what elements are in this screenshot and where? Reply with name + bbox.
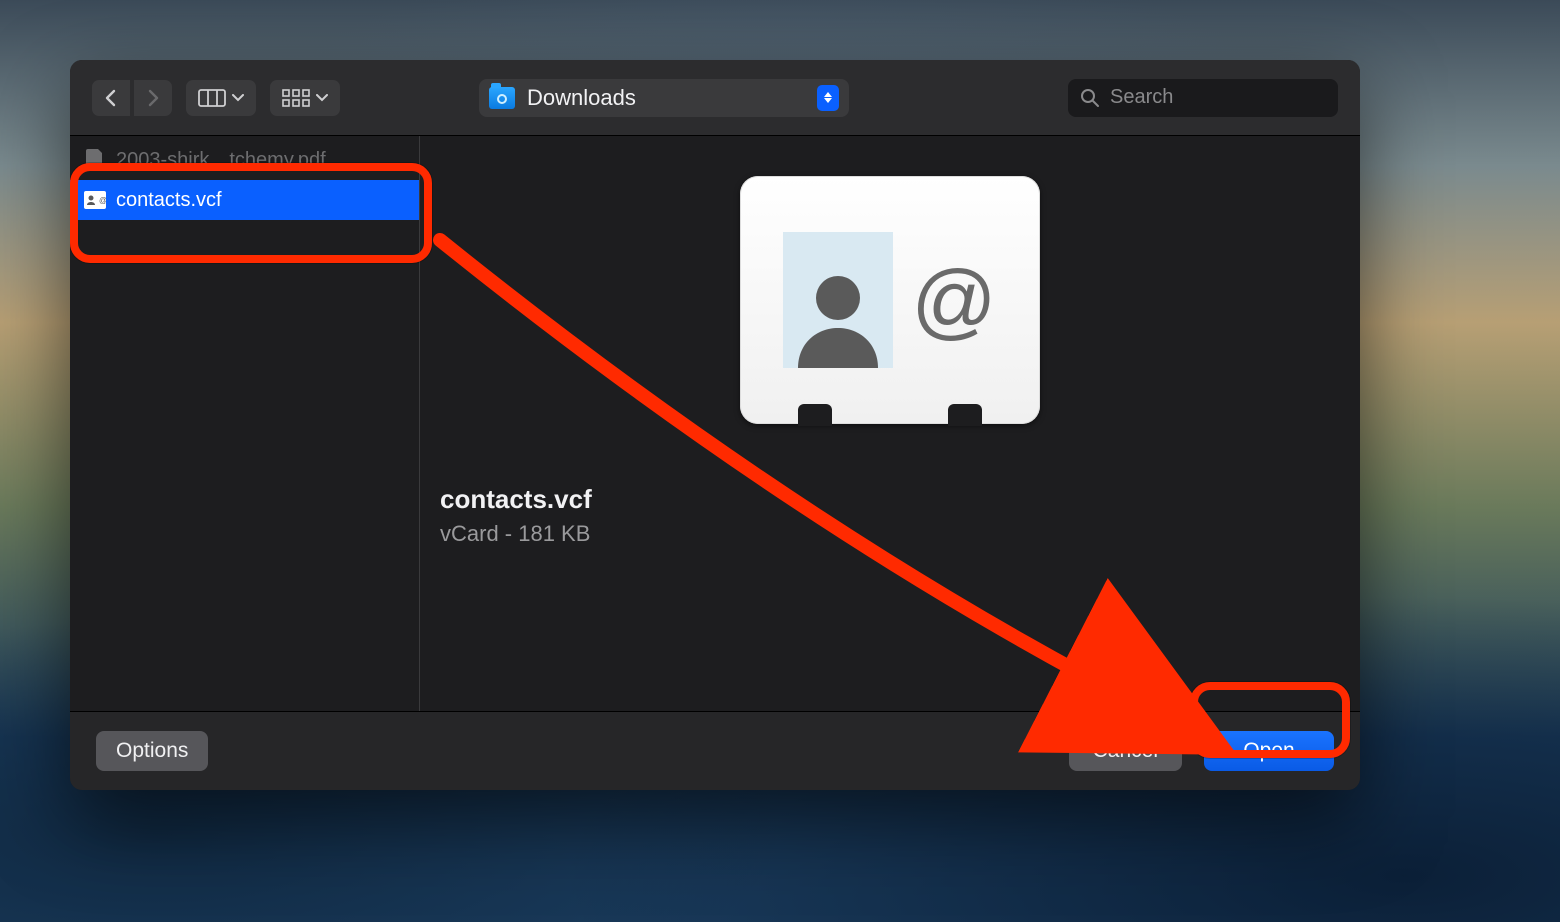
chevron-left-icon — [104, 89, 118, 107]
search-input[interactable] — [1110, 86, 1326, 109]
search-field[interactable] — [1068, 79, 1338, 117]
options-button[interactable]: Options — [96, 731, 208, 771]
dialog-footer: Options Cancel Open — [70, 712, 1360, 790]
file-list-column: 2003-shirk…tchemy.pdf @ contacts.vcf — [70, 136, 420, 711]
chevron-down-icon — [316, 94, 328, 102]
preview-kind-size: vCard - 181 KB — [440, 521, 740, 547]
folder-icon — [489, 87, 515, 109]
vcard-preview-icon: @ — [740, 176, 1040, 424]
preview-metadata: contacts.vcf vCard - 181 KB — [440, 484, 740, 547]
chevron-down-icon — [232, 94, 244, 102]
at-sign-icon: @ — [911, 252, 996, 349]
nav-forward-button[interactable] — [134, 80, 172, 116]
columns-icon — [198, 89, 226, 107]
view-columns-button[interactable] — [186, 80, 256, 116]
svg-text:@: @ — [99, 196, 106, 205]
group-icon — [282, 89, 310, 107]
location-label: Downloads — [527, 85, 805, 111]
chevron-right-icon — [146, 89, 160, 107]
location-popup[interactable]: Downloads — [479, 79, 849, 117]
pdf-file-icon — [84, 149, 106, 171]
view-group-button[interactable] — [270, 80, 340, 116]
preview-column: @ contacts.vcf vCard - 181 KB — [420, 136, 1360, 711]
updown-icon — [817, 85, 839, 111]
cancel-button[interactable]: Cancel — [1069, 731, 1182, 771]
nav-back-button[interactable] — [92, 80, 130, 116]
contact-silhouette-icon — [783, 232, 893, 368]
file-name: contacts.vcf — [116, 189, 222, 212]
vcard-file-icon: @ — [84, 189, 106, 211]
file-name: 2003-shirk…tchemy.pdf — [116, 149, 326, 172]
dialog-body: 2003-shirk…tchemy.pdf @ contacts.vcf — [70, 136, 1360, 712]
file-row[interactable]: @ contacts.vcf — [70, 180, 419, 220]
dialog-toolbar: Downloads — [70, 60, 1360, 136]
open-file-dialog: Downloads 2003-shirk…tchemy.pdf — [70, 60, 1360, 790]
file-row[interactable]: 2003-shirk…tchemy.pdf — [70, 140, 419, 180]
preview-filename: contacts.vcf — [440, 484, 740, 515]
nav-group — [92, 80, 172, 116]
open-button[interactable]: Open — [1204, 731, 1334, 771]
search-icon — [1080, 88, 1100, 108]
